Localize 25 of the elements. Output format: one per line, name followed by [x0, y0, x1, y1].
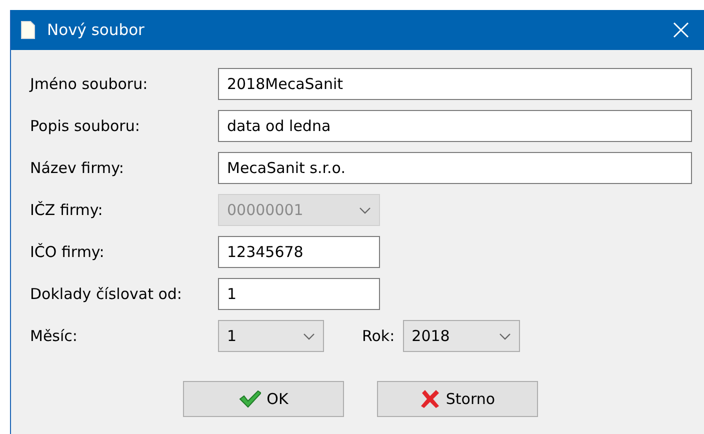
- field-label: Název firmy:: [30, 159, 125, 177]
- text-field[interactable]: 2018MecaSanit: [218, 68, 692, 100]
- close-icon: [673, 22, 689, 38]
- chevron-down-icon: [359, 206, 371, 214]
- year-dropdown[interactable]: 2018: [402, 320, 520, 352]
- field-label: Rok:: [362, 327, 395, 345]
- field-label: IČO firmy:: [30, 243, 106, 261]
- field-label: Popis souboru:: [30, 117, 141, 135]
- cross-icon: [420, 389, 440, 409]
- month-dropdown[interactable]: 1: [218, 320, 324, 352]
- field-label: Měsíc:: [30, 327, 78, 345]
- field-label: Doklady číslovat od:: [30, 285, 183, 303]
- checkmark-icon: [238, 390, 261, 408]
- text-field[interactable]: MecaSanit s.r.o.: [218, 152, 692, 184]
- cancel-button[interactable]: Storno: [377, 381, 538, 417]
- chevron-down-icon: [498, 332, 511, 340]
- document-icon: [21, 21, 35, 39]
- text-field[interactable]: data od ledna: [218, 110, 692, 142]
- text-field[interactable]: 12345678: [218, 236, 380, 268]
- field-label: IČZ firmy:: [30, 201, 104, 219]
- chevron-down-icon: [303, 332, 315, 340]
- text-field[interactable]: 1: [218, 278, 380, 310]
- window-title: Nový soubor: [47, 21, 146, 39]
- field-label: Jméno souboru:: [30, 75, 149, 93]
- ok-button[interactable]: OK: [183, 381, 344, 417]
